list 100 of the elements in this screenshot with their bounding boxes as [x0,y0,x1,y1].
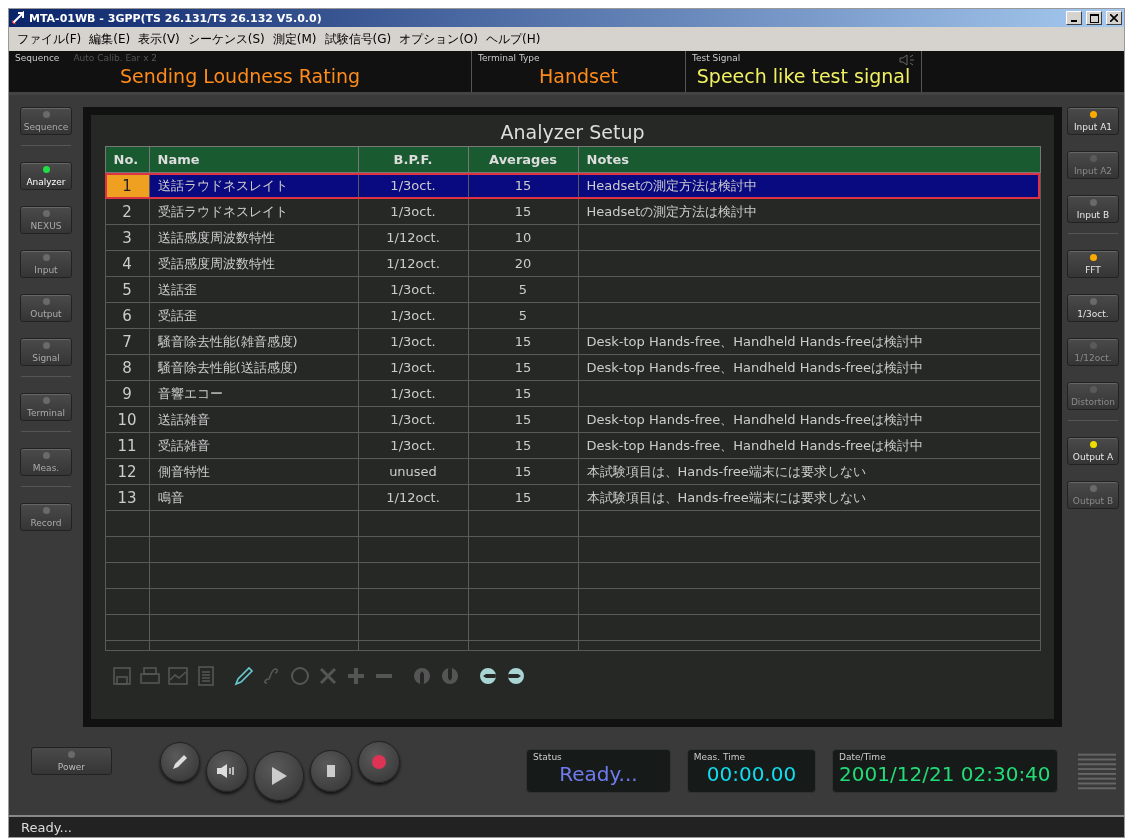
nav-button[interactable]: Record [20,503,72,531]
record-icon [370,754,387,770]
averages-cell: 15 [468,380,578,407]
play-button[interactable] [253,751,304,801]
pen-icon [170,753,189,771]
table-row[interactable]: 7 騒音除去性能(雑音感度) 1/3oct. 15 Desk-top Hands-free、Handheld Hands-freeは検討中 [105,328,1040,355]
nav-button[interactable]: Terminal [20,393,72,421]
table-row[interactable]: 11 受話雑音 1/3oct. 15 Desk-top Hands-free、Handheld Hands-freeは検討中 [105,432,1040,459]
name-cell: 騒音除去性能(雑音感度) [149,328,358,355]
name-cell: 受話感度周波数特性 [149,250,358,277]
notes-cell: Desk-top Hands-free、Handheld Hands-freeは検討中 [578,406,1040,433]
terminal-type-value: Handset [538,65,619,87]
nav-button[interactable]: Analyzer [20,162,72,190]
window-title: MTA-01WB - 3GPP(TS 26.131/TS 26.132 V5.0.0) [29,11,323,25]
number-cell: 6 [105,302,149,329]
name-cell: 送話歪 [149,276,358,303]
name-cell: 鳴音 [149,484,358,511]
close-button[interactable] [1106,11,1122,25]
nav-button[interactable]: Meas. [20,448,72,476]
stop-button[interactable] [309,750,352,792]
bpf-cell: 1/3oct. [358,406,468,433]
stop-icon [326,765,335,777]
table-row[interactable]: 9 音響エコー 1/3oct. 15 [105,380,1040,407]
vent-grille-icon [1077,751,1116,791]
nav-button[interactable]: FFT [1067,250,1119,278]
menu-item[interactable]: ヘルプ(H) [482,30,545,48]
bpf-cell: 1/3oct. [358,276,468,303]
nav-button[interactable]: Signal [20,338,72,366]
number-cell: 1 [105,172,149,199]
number-cell: 3 [105,224,149,251]
table-row[interactable]: 13 鳴音 1/12oct. 15 本試験項目は、Hands-free端末には要求しない [105,484,1040,511]
readout-value: Ready... [558,762,639,786]
minimize-button[interactable] [1066,11,1082,25]
edit-button[interactable] [159,742,200,782]
name-cell: 受話ラウドネスレイト [149,198,358,225]
table-row[interactable]: 12 側音特性 unused 15 本試験項目は、Hands-free端末には要求しない [105,458,1040,485]
nav-button[interactable]: Input [20,250,72,278]
nav-button[interactable]: 1/3oct. [1067,294,1119,322]
menu-item[interactable]: 試験信号(G) [320,30,396,48]
bpf-cell: 1/3oct. [358,328,468,355]
averages-cell: 5 [468,302,578,329]
table-row[interactable]: 6 受話歪 1/3oct. 5 [105,302,1040,329]
number-cell: 11 [105,432,149,459]
panel-title: Analyzer Setup [500,120,645,145]
menu-item[interactable]: オプション(O) [395,30,482,48]
maximize-icon [1089,13,1099,23]
status-text: Ready... [21,819,72,835]
number-cell: 8 [105,354,149,381]
notes-cell: 本試験項目は、Hands-free端末には要求しない [578,484,1040,511]
readout-value: 00:00.00 [705,762,798,786]
sequence-value: Sending Loudness Rating [119,65,361,87]
save-icon [110,665,133,687]
bpf-cell: 1/3oct. [358,198,468,225]
play-icon [269,766,288,786]
averages-cell: 15 [468,432,578,459]
menu-item[interactable]: 表示(V) [134,30,184,48]
table-row[interactable]: 2 受話ラウドネスレイト 1/3oct. 15 Headsetの測定方法は検討中 [105,198,1040,225]
pencil-icon [232,665,255,687]
averages-cell: 10 [468,224,578,251]
maximize-button[interactable] [1086,11,1102,25]
nav-button[interactable]: NEXUS [20,206,72,234]
averages-cell: 15 [468,198,578,225]
table-row[interactable]: 10 送話雑音 1/3oct. 15 Desk-top Hands-free、Handheld Hands-freeは検討中 [105,406,1040,433]
toolbar-button[interactable] [232,665,255,687]
table-row[interactable]: 5 送話歪 1/3oct. 5 [105,276,1040,303]
power-button[interactable]: Power [31,747,112,775]
bpf-cell: 1/12oct. [358,224,468,251]
column-header: Notes [578,146,1040,173]
table-row[interactable]: 8 騒音除去性能(送話感度) 1/3oct. 15 Desk-top Hands-free、Handheld Hands-freeは検討中 [105,354,1040,381]
menu-item[interactable]: 測定(M) [268,30,321,48]
nav-button[interactable]: Input B [1067,195,1119,223]
averages-cell: 5 [468,276,578,303]
record-button[interactable] [357,741,400,783]
menu-item[interactable]: シーケンス(S) [183,30,269,48]
name-cell: 側音特性 [149,458,358,485]
nav-button[interactable]: Sequence [20,107,72,135]
number-cell: 9 [105,380,149,407]
sound-button[interactable] [205,750,248,792]
print-icon [138,665,161,687]
table-row[interactable]: 3 送話感度周波数特性 1/12oct. 10 [105,224,1040,251]
app-icon [11,11,25,25]
graph-icon [166,665,189,687]
averages-cell: 15 [468,406,578,433]
number-cell: 7 [105,328,149,355]
nav-button[interactable]: Output A [1067,437,1119,465]
menu-item[interactable]: ファイル(F) [13,30,86,48]
sequence-label: Sequence [15,53,60,65]
nav-button[interactable]: Output [20,294,72,322]
number-cell: 10 [105,406,149,433]
readout-value: 2001/12/21 02:30:40 [839,762,1051,786]
circle-icon [288,665,311,687]
column-header: Averages [468,146,578,173]
table-row[interactable]: 4 受話感度周波数特性 1/12oct. 20 [105,250,1040,277]
nav-button[interactable]: Input A1 [1067,107,1119,135]
table-row[interactable]: 1 送話ラウドネスレイト 1/3oct. 15 Headsetの測定方法は検討中 [105,172,1040,199]
menu-item[interactable]: 編集(E) [85,30,135,48]
close-icon [1110,14,1118,22]
readout-label: Status [533,752,563,762]
number-cell: 4 [105,250,149,277]
name-cell: 騒音除去性能(送話感度) [149,354,358,381]
